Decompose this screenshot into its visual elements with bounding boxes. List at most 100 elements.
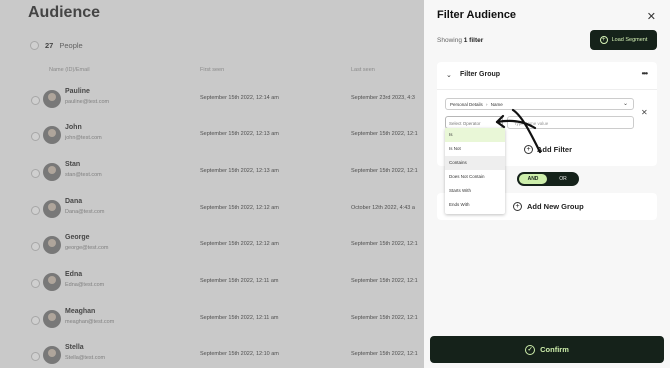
person-name: Stella xyxy=(65,344,84,351)
first-seen: September 15th 2022, 12:12 am xyxy=(200,241,279,247)
row-checkbox[interactable] xyxy=(31,279,40,288)
field-category: Personal Details xyxy=(450,102,483,107)
plus-circle-icon: + xyxy=(513,202,522,211)
table-row[interactable]: Dana Dana@test.com September 15th 2022, … xyxy=(0,192,424,228)
operator-dropdown: Is Is Not Contains Does Not Contain Star… xyxy=(445,128,505,214)
remove-filter-icon[interactable]: ✕ xyxy=(641,108,648,117)
column-first-seen[interactable]: First seen xyxy=(200,67,224,73)
table-row[interactable]: Pauline pauline@test.com September 15th … xyxy=(0,82,424,118)
avatar xyxy=(43,126,61,144)
column-last-seen[interactable]: Last seen xyxy=(351,67,375,73)
filter-group-header[interactable]: ⌄ Filter Group ••• xyxy=(437,62,657,90)
person-email: john@test.com xyxy=(65,135,102,141)
people-count-row: 27 People xyxy=(30,41,83,50)
row-checkbox[interactable] xyxy=(31,169,40,178)
last-seen: September 15th 2022, 12:1 xyxy=(351,241,418,247)
or-option[interactable]: OR xyxy=(549,174,577,184)
chevron-right-icon: › xyxy=(486,102,488,107)
people-label: People xyxy=(59,41,83,50)
row-checkbox[interactable] xyxy=(31,206,40,215)
and-option[interactable]: AND xyxy=(519,174,547,184)
last-seen: September 15th 2022, 12:1 xyxy=(351,315,418,321)
avatar xyxy=(43,163,61,181)
last-seen: September 23rd 2023, 4:3 xyxy=(351,95,415,101)
audience-page: Audience 27 People Name (ID)/Email First… xyxy=(0,0,424,368)
person-email: george@test.com xyxy=(65,245,109,251)
add-filter-button[interactable]: + Add Filter xyxy=(524,145,572,154)
first-seen: September 15th 2022, 12:13 am xyxy=(200,168,279,174)
table-row[interactable]: Stella Stella@test.com September 15th 20… xyxy=(0,338,424,368)
plus-circle-icon: + xyxy=(524,145,533,154)
person-email: Dana@test.com xyxy=(65,209,105,215)
operator-option-ends-with[interactable]: Ends With xyxy=(445,198,505,212)
row-checkbox[interactable] xyxy=(31,352,40,361)
operator-option-contains[interactable]: Contains xyxy=(445,156,505,170)
operator-option-does-not-contain[interactable]: Does Not Contain xyxy=(445,170,505,184)
people-count: 27 xyxy=(45,41,54,50)
person-name: Meaghan xyxy=(65,308,96,315)
row-checkbox[interactable] xyxy=(31,96,40,105)
person-name: Stan xyxy=(65,161,81,168)
chevron-down-icon: ⌄ xyxy=(622,101,628,107)
avatar xyxy=(43,200,61,218)
first-seen: September 15th 2022, 12:10 am xyxy=(200,351,279,357)
field-select[interactable]: Personal Details › Name ⌄ xyxy=(445,98,634,110)
filter-group-title: Filter Group xyxy=(460,71,501,78)
more-options-icon[interactable]: ••• xyxy=(642,69,648,78)
avatar xyxy=(43,310,61,328)
first-seen: September 15th 2022, 12:11 am xyxy=(200,278,279,284)
chevron-down-icon[interactable]: ⌄ xyxy=(446,71,452,79)
last-seen: September 15th 2022, 12:1 xyxy=(351,131,418,137)
close-icon[interactable]: ✕ xyxy=(647,10,656,23)
avatar xyxy=(43,273,61,291)
operator-option-starts-with[interactable]: Starts With xyxy=(445,184,505,198)
person-name: George xyxy=(65,234,90,241)
person-name: Edna xyxy=(65,271,83,278)
last-seen: September 15th 2022, 12:1 xyxy=(351,278,418,284)
operator-option-is-not[interactable]: Is Not xyxy=(445,142,505,156)
last-seen: October 12th 2022, 4:43 a xyxy=(351,205,415,211)
confirm-button[interactable]: ✓ Confirm xyxy=(430,336,664,363)
confirm-label: Confirm xyxy=(540,345,569,354)
avatar xyxy=(43,346,61,364)
table-row[interactable]: John john@test.com September 15th 2022, … xyxy=(0,118,424,154)
person-email: pauline@test.com xyxy=(65,99,110,105)
person-email: meaghan@test.com xyxy=(65,319,115,325)
table-row[interactable]: Stan stan@test.com September 15th 2022, … xyxy=(0,155,424,191)
value-input[interactable]: Type name value xyxy=(507,116,634,129)
column-name[interactable]: Name (ID)/Email xyxy=(49,67,90,73)
last-seen: September 15th 2022, 12:1 xyxy=(351,168,418,174)
operator-option-is[interactable]: Is xyxy=(445,128,505,142)
showing-prefix: Showing xyxy=(437,37,462,44)
filter-count-text: Showing 1 filter xyxy=(437,37,483,44)
person-email: Edna@test.com xyxy=(65,282,105,288)
load-segment-button[interactable]: + Load Segment xyxy=(590,30,657,50)
table-row[interactable]: Meaghan meaghan@test.com September 15th … xyxy=(0,302,424,338)
check-circle-icon: ✓ xyxy=(525,344,536,355)
panel-title: Filter Audience xyxy=(437,9,517,21)
avatar xyxy=(43,90,61,108)
first-seen: September 15th 2022, 12:13 am xyxy=(200,131,279,137)
table-row[interactable]: Edna Edna@test.com September 15th 2022, … xyxy=(0,265,424,301)
row-checkbox[interactable] xyxy=(31,242,40,251)
first-seen: September 15th 2022, 12:12 am xyxy=(200,205,279,211)
first-seen: September 15th 2022, 12:14 am xyxy=(200,95,279,101)
select-all-checkbox[interactable] xyxy=(30,41,39,50)
person-name: Pauline xyxy=(65,88,90,95)
person-name: John xyxy=(65,124,82,131)
last-seen: September 15th 2022, 12:1 xyxy=(351,351,418,357)
person-email: Stella@test.com xyxy=(65,355,106,361)
row-checkbox[interactable] xyxy=(31,316,40,325)
row-checkbox[interactable] xyxy=(31,132,40,141)
plus-circle-icon: + xyxy=(599,36,608,44)
person-email: stan@test.com xyxy=(65,172,102,178)
field-name: Name xyxy=(490,102,503,107)
and-or-toggle[interactable]: AND OR xyxy=(517,172,579,186)
table-row[interactable]: George george@test.com September 15th 20… xyxy=(0,228,424,264)
add-group-label: Add New Group xyxy=(527,202,584,211)
page-title: Audience xyxy=(28,4,101,21)
showing-count: 1 filter xyxy=(463,37,484,44)
first-seen: September 15th 2022, 12:11 am xyxy=(200,315,279,321)
add-filter-label: Add Filter xyxy=(537,145,572,154)
person-name: Dana xyxy=(65,198,83,205)
